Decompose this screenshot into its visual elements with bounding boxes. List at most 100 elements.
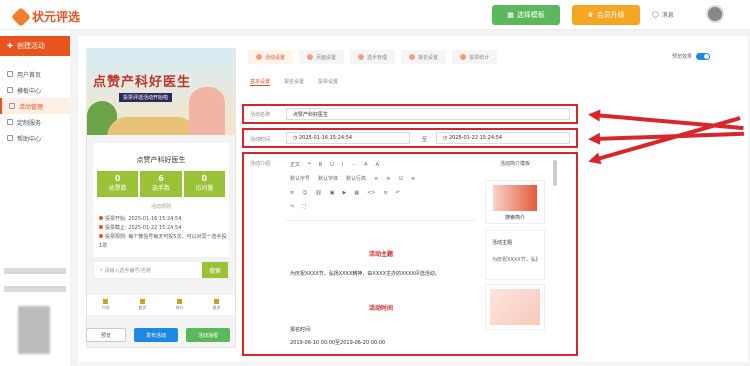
step-icon: [460, 54, 467, 60]
preview-tabbar: 介绍 首页 排行 报名: [87, 295, 235, 315]
search-button[interactable]: 搜索: [202, 262, 228, 278]
stat-visits: 0 访问量: [183, 171, 225, 197]
custom-icon: [7, 119, 13, 125]
step-label: 活动设置: [265, 54, 286, 61]
sidebar-item-label: 模板中心: [17, 87, 42, 95]
create-activity-button[interactable]: ✚ 创建活动: [0, 36, 70, 56]
tab-label: 报名: [212, 305, 221, 310]
publish-button[interactable]: 发布活动: [134, 328, 178, 342]
sidebar-item-help[interactable]: 帮助中心: [0, 130, 70, 146]
avatar[interactable]: [706, 5, 724, 23]
brand-logo[interactable]: 状元评选: [11, 6, 81, 27]
info-list: 投票开始: 2025-01-16 15:24:54 投票截止: 2025-01-…: [99, 215, 229, 251]
stat-label: 选手数: [151, 185, 170, 192]
stat-value: 0: [114, 174, 121, 183]
rank-icon: [177, 299, 182, 304]
step-icon: [409, 54, 416, 60]
highlight-box-time: [242, 128, 578, 148]
preview-switch-label: 预览效果: [672, 54, 693, 60]
stat-value: 0: [201, 174, 208, 183]
stats-row: 0 总票数 6 选手数 0 访问量: [97, 171, 225, 197]
tab-signup[interactable]: 报名: [213, 299, 221, 311]
step-label: 选手管理: [367, 54, 388, 61]
step-label: 页面设置: [316, 54, 337, 61]
sidebar: ✚ 创建活动 用户首页 模板中心 活动管理 定制服务 帮助中心: [0, 30, 70, 366]
home-icon: [140, 299, 145, 304]
select-template-button[interactable]: ▦ 选择模板: [492, 5, 560, 25]
step-icon: [358, 54, 365, 60]
sidebar-item-activities[interactable]: 活动管理: [0, 98, 70, 114]
sidebar-item-custom[interactable]: 定制服务: [0, 114, 70, 130]
poster-button[interactable]: 活动海报: [186, 328, 230, 342]
plus-icon: ✚: [7, 42, 13, 50]
dot-icon: [99, 216, 103, 220]
dot-icon: [99, 234, 103, 238]
qr-code-image: [18, 306, 50, 354]
logo-icon: [11, 6, 31, 27]
highlight-box-name: [242, 104, 578, 124]
sidebar-item-label: 定制服务: [17, 119, 42, 127]
tab-signup-settings[interactable]: 报名设置: [284, 78, 304, 86]
step-stats[interactable]: 投票统计: [452, 50, 498, 64]
hill-illustration: [107, 117, 197, 135]
home-icon: [7, 71, 13, 77]
info-end: 投票截止: 2025-01-22 15:24:54: [99, 224, 229, 233]
select-template-label: 选择模板: [516, 11, 545, 19]
sidebar-item-label: 用户首页: [17, 71, 42, 79]
tab-intro[interactable]: 介绍: [102, 299, 110, 311]
step-activity[interactable]: 活动设置: [248, 50, 294, 64]
activity-icon: [9, 103, 15, 109]
top-bar: 状元评选 ▦ 选择模板 ♛ 会员升级 ◯ 消息: [0, 0, 750, 30]
tab-vote-settings[interactable]: 投票设置: [318, 78, 338, 86]
tab-basic[interactable]: 基本设置: [250, 78, 271, 86]
mobile-preview: 点赞产科好医生 投票评选活动开始啦 点赞产科好医生 0 总票数 6 选手数 0 访问量…: [86, 48, 236, 348]
stat-label: 访问量: [195, 185, 214, 192]
sidebar-item-label: 活动管理: [19, 103, 44, 111]
info-text: 投票截止: 2025-01-22 15:24:54: [105, 225, 182, 231]
vip-upgrade-label: 会员升级: [596, 11, 625, 19]
stat-value: 6: [158, 174, 164, 183]
create-activity-label: 创建活动: [16, 42, 45, 50]
vip-icon: ♛: [587, 11, 594, 19]
vip-upgrade-button[interactable]: ♛ 会员升级: [572, 5, 640, 25]
player-search[interactable]: ⌕ 请输入选手编号/名称 搜索: [93, 261, 229, 279]
step-players[interactable]: 选手管理: [350, 50, 396, 64]
blurred-text: [4, 268, 66, 274]
toggle-icon[interactable]: [696, 53, 711, 60]
info-rule: 投票规则: 每个微信号每天可投5次，可以对同一选手投1票: [99, 233, 229, 251]
tab-rank[interactable]: 排行: [176, 299, 184, 311]
step-icon: [307, 54, 314, 60]
rules-title: 活动规则: [150, 204, 171, 210]
message-link[interactable]: ◯ 消息: [652, 10, 674, 19]
search-placeholder: 请输入选手编号/名称: [104, 267, 152, 274]
template-icon: [7, 87, 13, 93]
signup-icon: [214, 299, 219, 304]
blurred-text: [4, 286, 66, 292]
sidebar-nav: 用户首页 模板中心 活动管理 定制服务 帮助中心: [0, 66, 70, 146]
sidebar-item-templates[interactable]: 模板中心: [0, 82, 70, 98]
tab-label: 首页: [138, 305, 147, 310]
info-start: 投票开始: 2025-01-16 15:24:54: [99, 215, 229, 224]
step-label: 报名设置: [418, 54, 439, 61]
preview-button[interactable]: 预览: [86, 328, 126, 342]
doctor-illustration: [189, 87, 225, 135]
bell-icon: ◯: [652, 11, 659, 18]
preview-actions: 预览 发布活动 活动海报: [86, 328, 230, 342]
step-signup[interactable]: 报名设置: [401, 50, 447, 64]
activity-card: 点赞产科好医生 0 总票数 6 选手数 0 访问量 活动规则 投票开始: 2025-0…: [93, 143, 229, 257]
preview-switch[interactable]: 预览效果: [672, 53, 711, 60]
activity-name: 点赞产科好医生: [136, 156, 186, 164]
brand-name: 状元评选: [32, 10, 81, 24]
poster-subtitle: 投票评选活动开始啦: [119, 93, 173, 102]
poster-title: 点赞产科好医生: [93, 75, 192, 90]
step-page[interactable]: 页面设置: [299, 50, 345, 64]
sidebar-item-home[interactable]: 用户首页: [0, 66, 70, 82]
tab-home[interactable]: 首页: [139, 299, 147, 311]
poster-image: 点赞产科好医生 投票评选活动开始啦: [87, 49, 235, 135]
info-text: 投票规则: 每个微信号每天可投5次，可以对同一选手投1票: [99, 234, 227, 249]
tab-label: 排行: [175, 305, 184, 310]
intro-icon: [103, 299, 108, 304]
help-icon: [7, 135, 13, 141]
sub-tabs: 基本设置 报名设置 投票设置: [250, 78, 338, 86]
info-text: 投票开始: 2025-01-16 15:24:54: [105, 216, 182, 222]
